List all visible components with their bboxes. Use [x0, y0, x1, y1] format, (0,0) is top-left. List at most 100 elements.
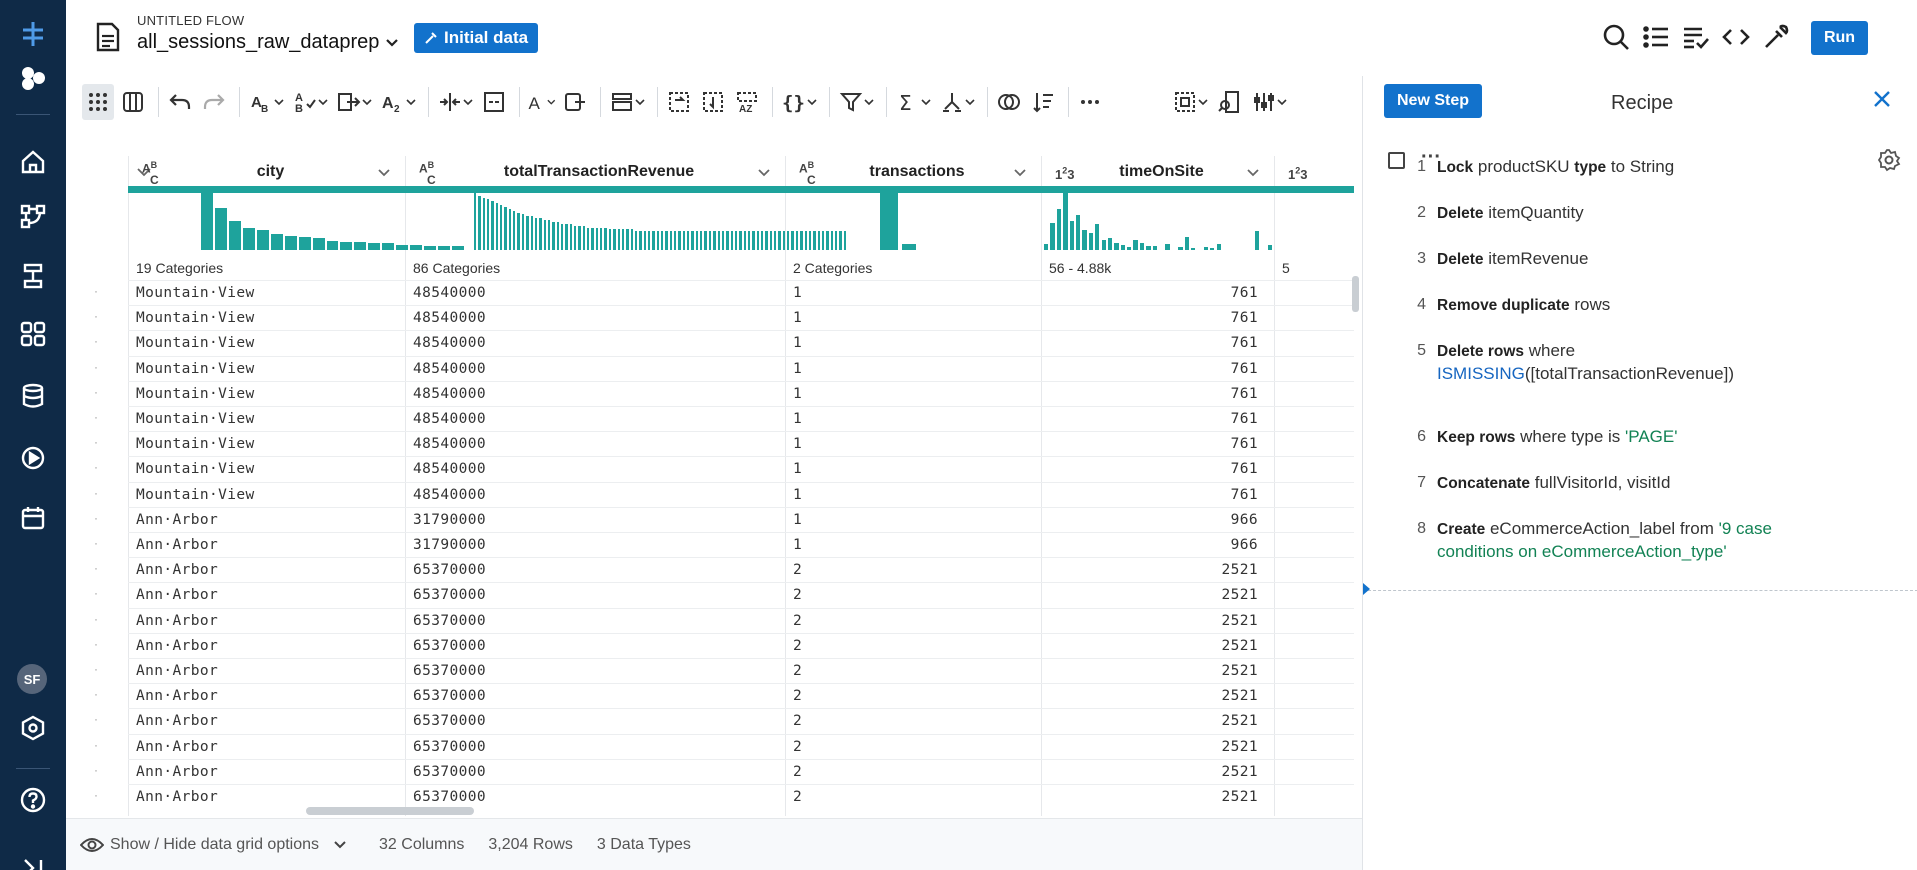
histogram-bar[interactable]	[669, 231, 673, 250]
cell-city[interactable]: Ann·Arbor	[136, 789, 218, 805]
histogram-bar[interactable]	[424, 246, 437, 250]
histogram-bar[interactable]	[482, 197, 486, 250]
histogram-bar[interactable]	[1152, 245, 1157, 250]
histogram-bar[interactable]	[410, 244, 423, 250]
cell-city[interactable]: Ann·Arbor	[136, 739, 218, 755]
flow-label[interactable]: UNTITLED FLOW	[137, 13, 244, 28]
histogram-bar[interactable]	[656, 231, 659, 250]
cell-city[interactable]: Ann·Arbor	[136, 713, 218, 729]
histogram-bar[interactable]	[569, 223, 573, 250]
histogram-bar[interactable]	[617, 229, 620, 250]
histogram-transactions[interactable]	[788, 190, 1038, 250]
table-row[interactable]: Mountain·View 48540000 1 761	[128, 355, 1354, 381]
histogram-bar[interactable]	[1075, 214, 1081, 250]
histogram-bar[interactable]	[600, 227, 603, 250]
filter-rows-button[interactable]	[607, 84, 647, 120]
histogram-bar[interactable]	[595, 227, 599, 250]
selection-button[interactable]	[1169, 84, 1211, 120]
histogram-bar[interactable]	[560, 223, 564, 250]
histogram-bar[interactable]	[626, 229, 629, 250]
column-header-totalTransactionRevenue[interactable]: AB CtotalTransactionRevenue	[413, 156, 785, 188]
union-button[interactable]	[994, 84, 1024, 120]
table-row[interactable]: Mountain·View 48540000 1 761	[128, 406, 1354, 431]
cell-timeOnSite[interactable]: 761	[1041, 487, 1258, 503]
more-button[interactable]	[1075, 84, 1105, 120]
code-icon[interactable]	[1721, 22, 1751, 52]
column-header-city[interactable]: AB Ccity	[136, 156, 405, 188]
cell-revenue[interactable]: 48540000	[413, 361, 486, 377]
cell-transactions[interactable]: 2	[793, 562, 802, 578]
cell-transactions[interactable]: 2	[793, 613, 802, 629]
table-row[interactable]: Mountain·View 48540000 1 761	[128, 431, 1354, 456]
chevron-down-icon[interactable]	[757, 166, 771, 180]
table-row[interactable]: Ann·Arbor 65370000 2 2521	[128, 557, 1354, 582]
histogram-bar[interactable]	[613, 229, 616, 250]
cell-revenue[interactable]: 31790000	[413, 537, 486, 553]
cell-transactions[interactable]: 2	[793, 587, 802, 603]
blocks-icon[interactable]	[0, 52, 66, 104]
histogram-bar[interactable]	[774, 231, 777, 250]
histogram-bar[interactable]	[565, 223, 568, 250]
histogram-bar[interactable]	[713, 231, 716, 250]
histogram-bar[interactable]	[495, 203, 499, 250]
undo-button[interactable]	[165, 84, 195, 120]
cell-city[interactable]: Mountain·View	[136, 310, 255, 326]
plans-icon[interactable]	[0, 250, 66, 302]
cell-revenue[interactable]: 48540000	[413, 461, 486, 477]
histogram-bar[interactable]	[1178, 246, 1183, 250]
grid-view-button[interactable]	[82, 84, 114, 120]
rename-button[interactable]: AZ	[732, 84, 762, 120]
histogram-city[interactable]	[201, 190, 466, 250]
pivot-button[interactable]	[664, 84, 694, 120]
histogram-bar[interactable]	[326, 240, 339, 250]
histogram-bar[interactable]	[214, 208, 227, 250]
cell-revenue[interactable]: 48540000	[413, 487, 486, 503]
cell-city[interactable]: Mountain·View	[136, 436, 255, 452]
select-all-checkbox[interactable]	[1388, 152, 1405, 169]
histogram-bar[interactable]	[201, 190, 213, 250]
table-row[interactable]: Mountain·View 48540000 1 761	[128, 330, 1354, 355]
eyedropper-icon[interactable]	[1761, 22, 1791, 52]
histogram-bar[interactable]	[691, 231, 694, 250]
cell-revenue[interactable]: 65370000	[413, 739, 486, 755]
histogram-bar[interactable]	[630, 229, 633, 250]
table-row[interactable]: Ann·Arbor 65370000 2 2521	[128, 683, 1354, 708]
cell-transactions[interactable]: 2	[793, 688, 802, 704]
split-column-button[interactable]	[435, 84, 475, 120]
cell-revenue[interactable]: 65370000	[413, 638, 486, 654]
cell-city[interactable]: Ann·Arbor	[136, 764, 218, 780]
column-header-timeOnSite[interactable]: 123 timeOnSite	[1049, 156, 1274, 188]
histogram-bar[interactable]	[452, 246, 464, 250]
cell-city[interactable]: Mountain·View	[136, 386, 255, 402]
histogram-bar[interactable]	[608, 229, 612, 250]
histogram-bar[interactable]	[543, 220, 546, 250]
flows-icon[interactable]	[0, 190, 66, 242]
histogram-bar[interactable]	[1069, 221, 1074, 250]
cell-city[interactable]: Mountain·View	[136, 487, 255, 503]
histogram-bar[interactable]	[556, 221, 559, 250]
histogram-bar[interactable]	[717, 231, 720, 250]
histogram-bar[interactable]	[765, 231, 768, 250]
histogram-bar[interactable]	[643, 231, 646, 250]
histogram-bar[interactable]	[487, 199, 490, 250]
cell-transactions[interactable]: 1	[793, 436, 802, 452]
help-icon[interactable]	[0, 774, 66, 826]
dataset-selector[interactable]: all_sessions_raw_dataprep	[137, 31, 399, 54]
conditional-column-button[interactable]	[560, 84, 590, 120]
cell-timeOnSite[interactable]: 761	[1041, 411, 1258, 427]
sort-button[interactable]	[1028, 84, 1058, 120]
extract-button[interactable]	[334, 84, 374, 120]
histogram-bar[interactable]	[634, 231, 638, 250]
histogram-bar[interactable]	[739, 231, 742, 250]
cell-revenue[interactable]: 48540000	[413, 285, 486, 301]
histogram-bar[interactable]	[500, 205, 503, 250]
table-row[interactable]: Ann·Arbor 65370000 2 2521	[128, 784, 1354, 809]
histogram-bar[interactable]	[647, 231, 651, 250]
histogram-bar[interactable]	[621, 229, 625, 250]
integer-type-icon[interactable]: 123	[1288, 160, 1307, 181]
unpivot-button[interactable]	[698, 84, 728, 120]
histogram-bar[interactable]	[438, 246, 451, 250]
cell-revenue[interactable]: 65370000	[413, 764, 486, 780]
histogram-bar[interactable]	[1190, 247, 1196, 250]
table-row[interactable]: Ann·Arbor 65370000 2 2521	[128, 658, 1354, 683]
